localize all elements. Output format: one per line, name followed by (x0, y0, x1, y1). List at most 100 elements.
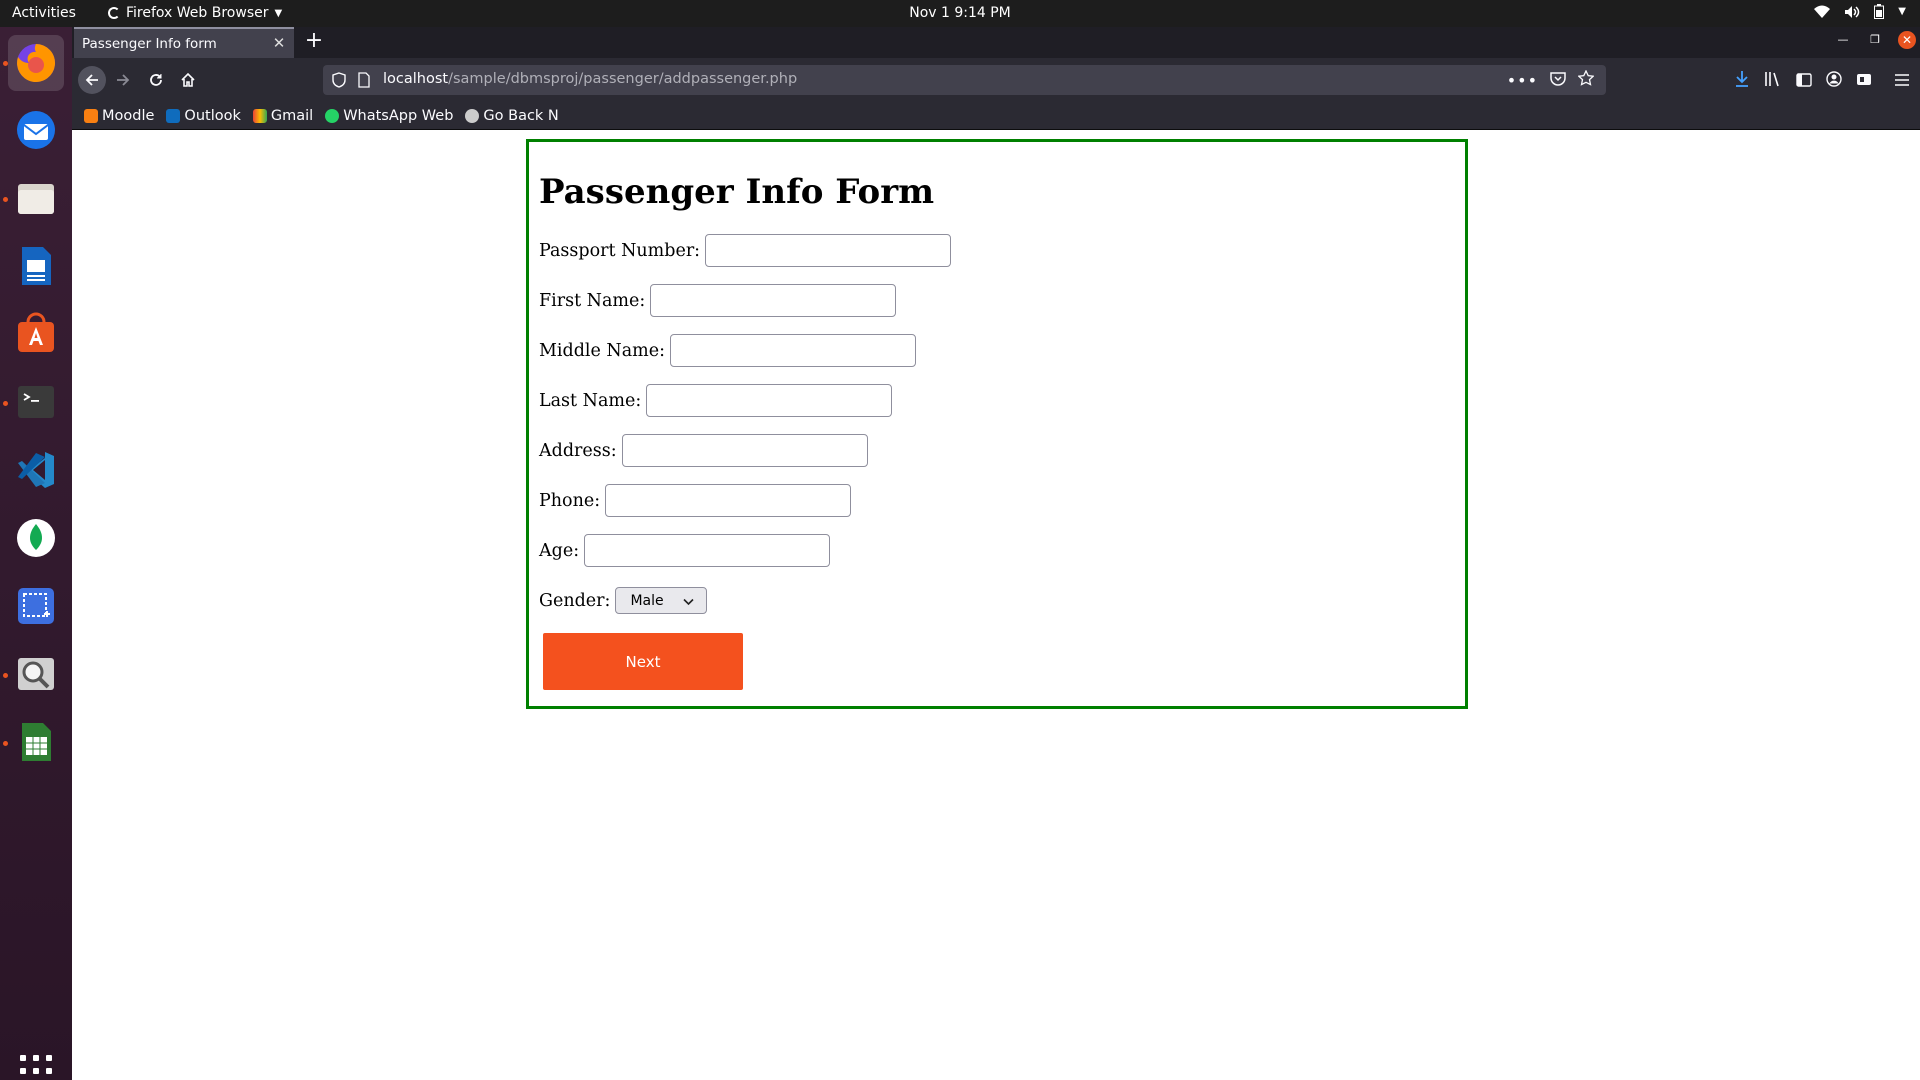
first-name-input[interactable] (650, 284, 897, 317)
bookmarks-toolbar: Moodle Outlook Gmail WhatsApp Web Go Bac… (72, 102, 1920, 130)
app-menu[interactable]: Firefox Web Browser ▼ (108, 5, 282, 21)
clock[interactable]: Nov 1 9:14 PM (909, 5, 1011, 21)
show-applications-icon[interactable] (20, 1055, 52, 1080)
passport-label: Passport Number: (539, 240, 701, 261)
phone-row: Phone: (539, 484, 852, 517)
outlook-icon (166, 108, 181, 123)
activities-button[interactable]: Activities (12, 5, 76, 21)
gender-row: Gender: Male (539, 587, 708, 614)
middle-name-label: Middle Name: (539, 340, 666, 361)
arrow-right-icon (117, 74, 130, 86)
volume-icon (1844, 5, 1860, 19)
dock-screenshot[interactable] (8, 578, 64, 634)
menu-icon[interactable] (1894, 72, 1910, 91)
power-menu-icon: ▼ (1898, 6, 1906, 17)
tab-strip: Passenger Info form ✕ + — ❐ ✕ (72, 27, 1920, 58)
url-host: localhost (383, 71, 449, 87)
thunderbird-icon (17, 111, 55, 149)
bookmark-star-icon[interactable] (1577, 69, 1595, 90)
bookmark-label: Moodle (102, 107, 155, 124)
dock-writer[interactable] (8, 238, 64, 294)
pocket-icon[interactable] (1550, 71, 1566, 90)
dock-files[interactable] (8, 170, 64, 226)
first-name-row: First Name: (539, 284, 897, 317)
bookmark-label: Outlook (184, 107, 241, 124)
address-row: Address: (539, 434, 868, 467)
navigation-toolbar: localhost/sample/dbmsproj/passenger/addp… (72, 58, 1920, 102)
vscode-icon (18, 452, 54, 488)
tab-passenger-info[interactable]: Passenger Info form ✕ (74, 27, 294, 58)
address-label: Address: (539, 440, 617, 461)
dock-calc[interactable] (8, 714, 64, 770)
passport-number-input[interactable] (705, 234, 952, 267)
downloads-icon[interactable] (1734, 70, 1750, 92)
bookmark-whatsapp[interactable]: WhatsApp Web (325, 108, 453, 124)
bookmark-label: Gmail (270, 107, 314, 124)
bookmark-moodle[interactable]: Moodle (84, 108, 154, 124)
dock-mongodb[interactable] (8, 510, 64, 566)
reload-button[interactable] (142, 66, 170, 94)
address-bar[interactable]: localhost/sample/dbmsproj/passenger/addp… (323, 65, 1606, 95)
dock-software[interactable] (8, 306, 64, 362)
minimize-icon[interactable]: — (1834, 31, 1852, 49)
tab-title: Passenger Info form (82, 35, 217, 52)
last-name-row: Last Name: (539, 384, 893, 417)
age-input[interactable] (584, 534, 831, 567)
library-icon[interactable] (1764, 71, 1782, 91)
dock-vscode[interactable] (8, 442, 64, 498)
bookmark-go-back-n[interactable]: Go Back N (465, 107, 559, 124)
dock-firefox[interactable] (8, 35, 64, 91)
dock-image-viewer[interactable] (8, 646, 64, 702)
next-button[interactable]: Next (543, 633, 743, 690)
address-input[interactable] (621, 434, 868, 467)
url-path: /sample/dbmsproj/passenger/addpassenger.… (448, 71, 798, 87)
phone-input[interactable] (605, 484, 852, 517)
system-tray[interactable]: ▼ (1814, 4, 1906, 19)
account-icon[interactable] (1826, 71, 1842, 91)
phone-label: Phone: (539, 490, 601, 511)
window-close-icon[interactable]: ✕ (1898, 31, 1916, 49)
passenger-form: Passenger Info Form Passport Number: Fir… (526, 139, 1468, 709)
bookmark-label: WhatsApp Web (343, 107, 454, 124)
back-button[interactable] (78, 66, 106, 94)
restore-icon[interactable]: ❐ (1866, 31, 1884, 49)
last-name-input[interactable] (646, 384, 893, 417)
new-tab-button[interactable]: + (301, 29, 327, 55)
chevron-down-icon (683, 594, 695, 610)
age-row: Age: (539, 534, 831, 567)
sidebar-icon[interactable] (1796, 72, 1812, 91)
url-text: localhost/sample/dbmsproj/passenger/addp… (383, 71, 797, 87)
home-button[interactable] (174, 66, 202, 94)
terminal-icon (18, 386, 54, 418)
moodle-icon (84, 108, 98, 123)
middle-name-row: Middle Name: (539, 334, 917, 367)
writer-icon (22, 247, 51, 285)
bookmark-label: Go Back N (483, 107, 559, 124)
mongodb-icon (17, 519, 55, 557)
gender-selected-value: Male (630, 592, 664, 609)
software-icon (18, 312, 54, 352)
tab-close-icon[interactable]: ✕ (270, 34, 288, 52)
page-info-icon[interactable] (357, 72, 371, 92)
forward-button[interactable] (109, 66, 137, 94)
age-label: Age: (539, 540, 580, 561)
last-name-label: Last Name: (539, 390, 642, 411)
page-content: Passenger Info Form Passport Number: Fir… (72, 130, 1920, 1080)
dock-terminal[interactable] (8, 374, 64, 430)
files-icon (18, 184, 54, 214)
wifi-icon (1814, 5, 1831, 19)
gender-select[interactable]: Male (615, 587, 708, 614)
page-actions-icon[interactable]: ••• (1507, 71, 1538, 90)
battery-icon (1874, 4, 1885, 19)
github-icon (465, 108, 480, 123)
bookmark-outlook[interactable]: Outlook (166, 107, 241, 124)
screenshot-icon (18, 588, 54, 624)
gender-label: Gender: (539, 590, 611, 611)
extensions-icon[interactable] (1856, 71, 1872, 91)
home-icon (181, 72, 195, 87)
dock-thunderbird[interactable] (8, 102, 64, 158)
middle-name-input[interactable] (670, 334, 917, 367)
passport-row: Passport Number: (539, 234, 952, 267)
tracking-protection-icon[interactable] (332, 72, 346, 92)
bookmark-gmail[interactable]: Gmail (252, 107, 314, 124)
